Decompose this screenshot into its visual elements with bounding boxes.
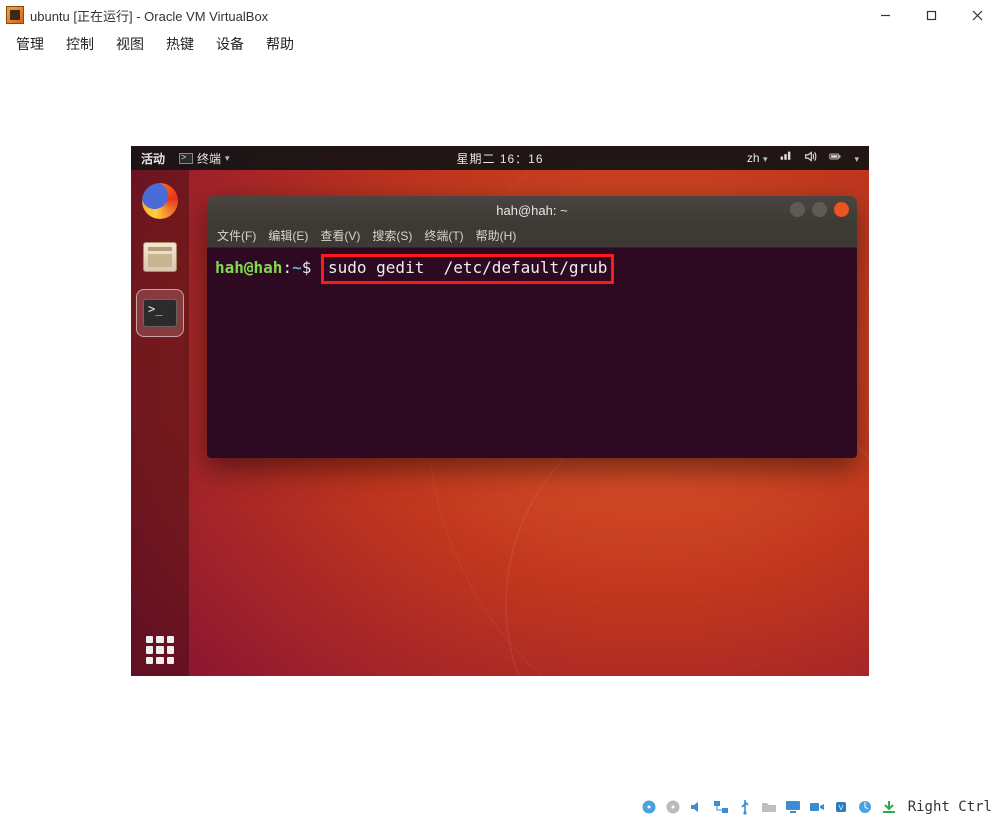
audio-icon[interactable] bbox=[688, 799, 706, 815]
terminal-menu-edit[interactable]: 编辑(E) bbox=[268, 227, 308, 244]
terminal-maximize-button[interactable] bbox=[812, 202, 827, 217]
files-icon bbox=[143, 242, 177, 272]
show-applications-button[interactable] bbox=[131, 636, 189, 664]
vbox-menubar: 管理 控制 视图 热键 设备 帮助 bbox=[0, 30, 1000, 58]
vbox-status-bar: V Right Ctrl bbox=[0, 792, 1000, 822]
terminal-menubar: 文件(F) 编辑(E) 查看(V) 搜索(S) 终端(T) 帮助(H) bbox=[207, 224, 857, 248]
vbox-menu-control[interactable]: 控制 bbox=[66, 34, 94, 54]
usb-icon[interactable] bbox=[736, 799, 754, 815]
vbox-menu-help[interactable]: 帮助 bbox=[266, 34, 294, 54]
vbox-menu-manage[interactable]: 管理 bbox=[16, 34, 44, 54]
optical-icon[interactable] bbox=[664, 799, 682, 815]
minimize-button[interactable] bbox=[862, 0, 908, 30]
recording-icon[interactable] bbox=[808, 799, 826, 815]
maximize-button[interactable] bbox=[908, 0, 954, 30]
input-method-indicator[interactable]: zh ▾ bbox=[747, 151, 768, 165]
vbox-window-title: ubuntu [正在运行] - Oracle VM VirtualBox bbox=[30, 6, 268, 25]
dock-item-files[interactable] bbox=[139, 236, 181, 278]
terminal-menu-help[interactable]: 帮助(H) bbox=[476, 227, 517, 244]
apps-grid-icon bbox=[146, 636, 174, 664]
cpu-icon[interactable]: V bbox=[832, 799, 850, 815]
vbox-titlebar: ubuntu [正在运行] - Oracle VM VirtualBox bbox=[0, 0, 1000, 30]
gnome-clock[interactable]: 星期二 16：16 bbox=[456, 150, 543, 167]
vm-display-area: 活动 终端 ▾ 星期二 16：16 zh ▾ ▾ bbox=[0, 58, 1000, 792]
chevron-down-icon: ▾ bbox=[225, 153, 230, 164]
network-icon[interactable] bbox=[779, 150, 792, 166]
prompt-sep: : bbox=[282, 258, 292, 277]
terminal-titlebar[interactable]: hah@hah: ~ bbox=[207, 196, 857, 224]
prompt-path: ~ bbox=[292, 258, 302, 277]
terminal-title: hah@hah: ~ bbox=[496, 203, 567, 218]
terminal-menu-view[interactable]: 查看(V) bbox=[320, 227, 360, 244]
volume-icon[interactable] bbox=[804, 150, 817, 166]
prompt-user: hah@hah bbox=[215, 258, 282, 277]
host-key-indicator: Right Ctrl bbox=[908, 799, 992, 815]
gnome-terminal-window: hah@hah: ~ 文件(F) 编辑(E) 查看(V) 搜索(S) 终端(T)… bbox=[207, 196, 857, 458]
vbox-menu-devices[interactable]: 设备 bbox=[216, 34, 244, 54]
gnome-activities[interactable]: 活动 bbox=[141, 150, 165, 167]
display-icon[interactable] bbox=[784, 799, 802, 815]
dock-item-firefox[interactable] bbox=[139, 180, 181, 222]
chevron-down-icon: ▾ bbox=[763, 154, 768, 164]
ubuntu-dock bbox=[131, 170, 189, 676]
mouse-capture-icon[interactable] bbox=[856, 799, 874, 815]
gnome-app-menu[interactable]: 终端 ▾ bbox=[179, 150, 230, 167]
terminal-close-button[interactable] bbox=[834, 202, 849, 217]
power-icon[interactable]: ▾ bbox=[854, 151, 859, 165]
terminal-command: sudo gedit /etc/default/grub bbox=[328, 258, 607, 277]
highlighted-command: sudo gedit /etc/default/grub bbox=[321, 254, 614, 284]
shared-folder-icon[interactable] bbox=[760, 799, 778, 815]
svg-text:V: V bbox=[838, 805, 843, 812]
terminal-menu-terminal[interactable]: 终端(T) bbox=[424, 227, 463, 244]
vbox-menu-view[interactable]: 视图 bbox=[116, 34, 144, 54]
network-icon[interactable] bbox=[712, 799, 730, 815]
battery-icon[interactable] bbox=[829, 150, 842, 166]
terminal-icon bbox=[179, 153, 193, 164]
keyboard-capture-icon[interactable] bbox=[880, 799, 898, 815]
virtualbox-app-icon bbox=[6, 6, 24, 24]
harddisk-icon[interactable] bbox=[640, 799, 658, 815]
gnome-top-bar: 活动 终端 ▾ 星期二 16：16 zh ▾ ▾ bbox=[131, 146, 869, 170]
terminal-menu-search[interactable]: 搜索(S) bbox=[372, 227, 412, 244]
dock-item-terminal[interactable] bbox=[139, 292, 181, 334]
ubuntu-desktop[interactable]: 活动 终端 ▾ 星期二 16：16 zh ▾ ▾ bbox=[131, 146, 869, 676]
terminal-minimize-button[interactable] bbox=[790, 202, 805, 217]
terminal-menu-file[interactable]: 文件(F) bbox=[217, 227, 256, 244]
gnome-app-label: 终端 bbox=[197, 150, 221, 167]
firefox-icon bbox=[142, 183, 178, 219]
terminal-body[interactable]: hah@hah:~$ sudo gedit /etc/default/grub bbox=[207, 248, 857, 458]
vbox-menu-hotkeys[interactable]: 热键 bbox=[166, 34, 194, 54]
close-button[interactable] bbox=[954, 0, 1000, 30]
prompt-sigil: $ bbox=[302, 258, 312, 277]
terminal-icon bbox=[143, 299, 177, 327]
